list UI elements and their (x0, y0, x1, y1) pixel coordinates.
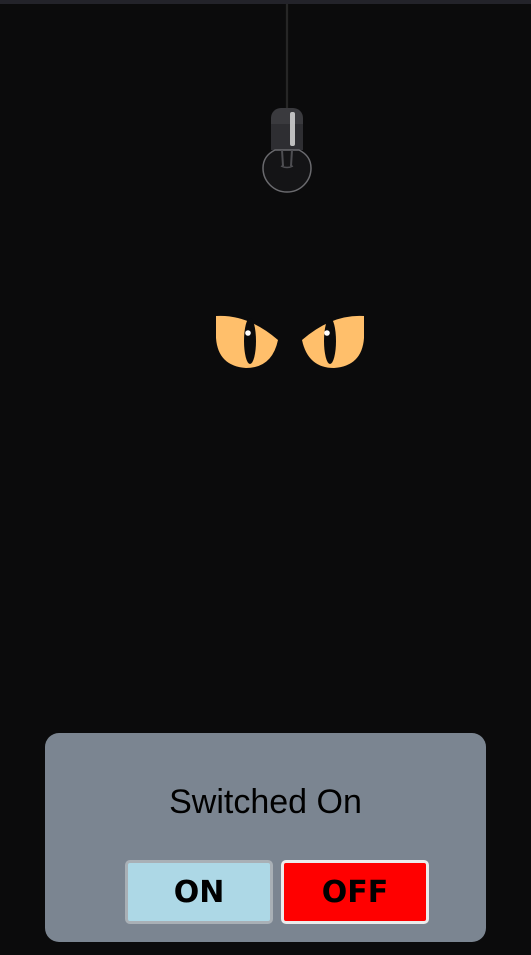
page: Switched On ON OFF (0, 0, 531, 955)
switch-panel: Switched On ON OFF (45, 733, 486, 942)
off-button[interactable]: OFF (281, 860, 429, 924)
on-button[interactable]: ON (125, 860, 273, 924)
light-bulb-icon (262, 4, 312, 193)
cat-eyes-icon (216, 315, 364, 368)
status-text: Switched On (169, 783, 362, 821)
